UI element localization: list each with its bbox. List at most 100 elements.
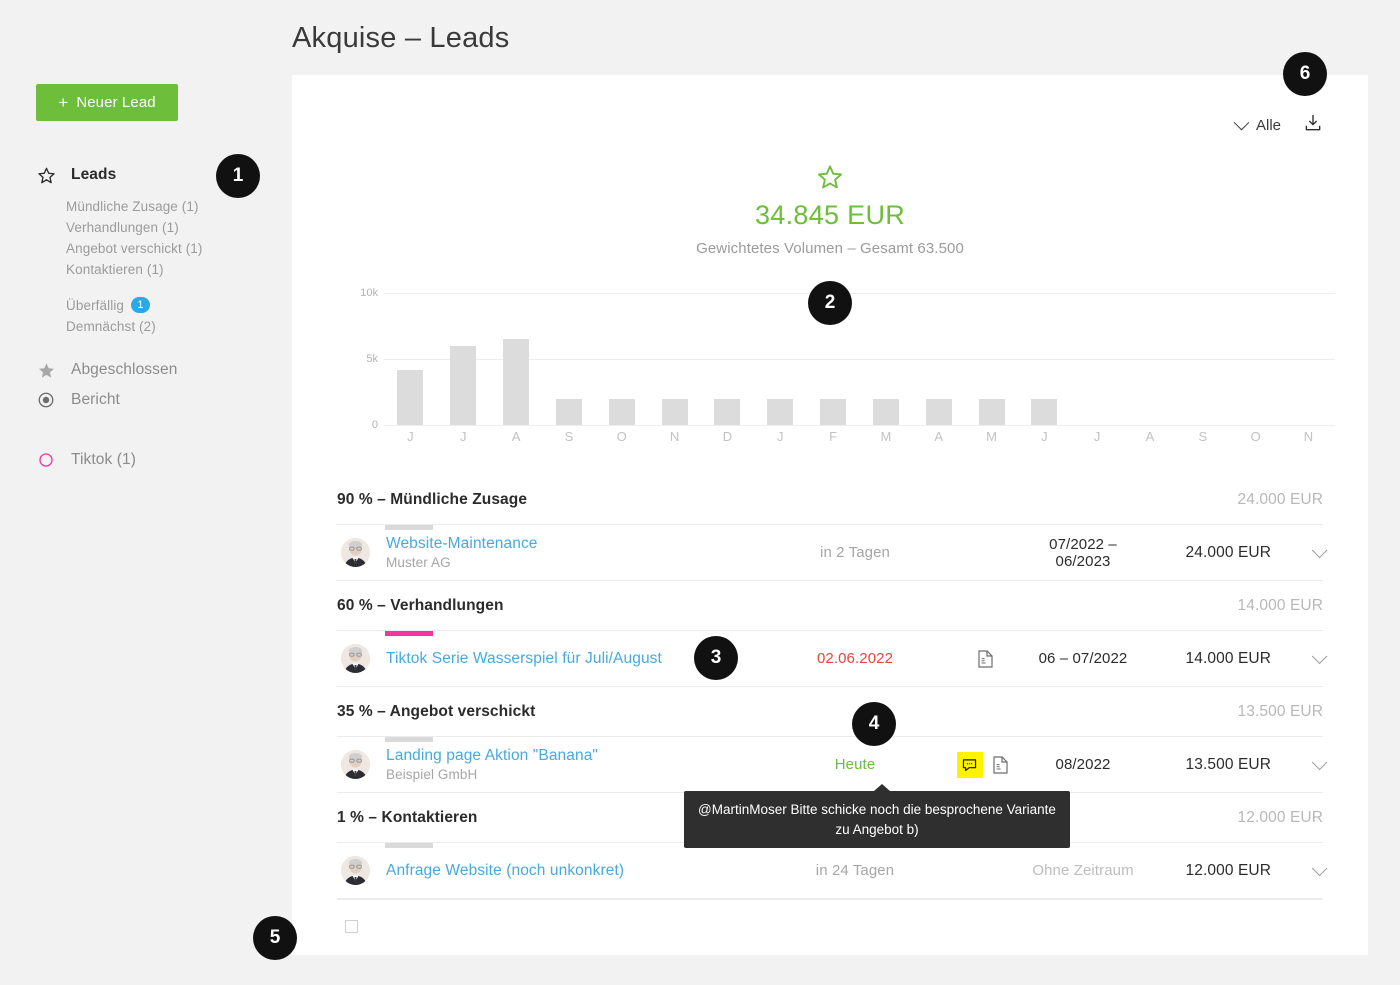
lead-due-date: in 2 Tagen: [820, 544, 890, 561]
lead-due-date: Heute: [834, 756, 876, 773]
chart-x-tick-label: O: [616, 429, 627, 444]
chart-bar-cell: [1124, 293, 1177, 425]
select-all-checkbox[interactable]: [345, 920, 358, 933]
chart-gridline: [384, 425, 1335, 426]
circle-outline-icon: [36, 450, 56, 470]
filter-dropdown-alle[interactable]: Alle: [1233, 114, 1281, 134]
lead-expand-toggle[interactable]: [1271, 754, 1328, 771]
chart-bar: [608, 399, 635, 425]
avatar: [341, 538, 370, 567]
annotation-marker-3: 3: [694, 636, 738, 680]
chart-y-tick-label: 0: [371, 419, 378, 431]
chart-bar: [872, 399, 899, 425]
chart-plot-area: [384, 293, 1335, 426]
lead-title-link[interactable]: Website-Maintenance: [386, 535, 765, 553]
lead-title-link[interactable]: Landing page Aktion "Banana": [386, 747, 765, 765]
chart-x-tick-label: J: [776, 429, 784, 444]
document-icon[interactable]: [988, 752, 1014, 778]
lead-group-title: 35 % – Angebot verschickt: [337, 703, 536, 720]
lead-expand-toggle[interactable]: [1271, 542, 1328, 559]
chart-bar: [503, 339, 530, 425]
lead-group-title: 60 % – Verhandlungen: [337, 597, 504, 614]
annotation-marker-4: 4: [852, 702, 896, 746]
annotation-marker-1: 1: [216, 154, 260, 198]
annotation-marker-2: 2: [808, 281, 852, 325]
lead-expand-toggle[interactable]: [1271, 860, 1328, 877]
sidebar-subitem-label: Verhandlungen (1): [66, 220, 179, 235]
chart-x-tick-label: J: [459, 429, 467, 444]
sidebar-subitem-label: Überfällig: [66, 297, 125, 313]
lead-group-header: 90 % – Mündliche Zusage 24.000 EUR: [337, 475, 1323, 524]
lead-group-header: 35 % – Angebot verschickt 13.500 EUR: [337, 687, 1323, 736]
chart-bar-cell: [648, 293, 701, 425]
lead-expand-toggle[interactable]: [1271, 648, 1328, 665]
sidebar-subitem-kontaktieren[interactable]: Kontaktieren (1): [0, 259, 292, 280]
sidebar-item-leads-label: Leads: [71, 166, 117, 183]
chart-y-tick-label: 5k: [366, 353, 378, 365]
summary-block: 34.845 EUR Gewichtetes Volumen – Gesamt …: [292, 163, 1368, 257]
chevron-down-icon: [1311, 860, 1328, 877]
chart-x-tick-label: O: [1250, 429, 1261, 444]
lead-due-date: in 24 Tagen: [815, 862, 895, 879]
chart-x-tick-label: F: [829, 429, 838, 444]
chart-bar-cell: [965, 293, 1018, 425]
chart-x-tick-label: J: [1093, 429, 1101, 444]
sidebar-subitem-angebot-verschickt[interactable]: Angebot verschickt (1): [0, 238, 292, 259]
lead-amount: 12.000 EUR: [1185, 861, 1271, 879]
chevron-down-icon: [1233, 114, 1250, 131]
chart-bar-cell: [542, 293, 595, 425]
lead-group-total: 14.000 EUR: [1237, 597, 1323, 614]
sidebar-item-abgeschlossen[interactable]: Abgeschlossen: [0, 355, 292, 385]
chart-bar: [1031, 399, 1058, 425]
app-root: + Neuer Lead Leads Mündliche Zusage (1) …: [0, 0, 1400, 985]
sidebar-subitem-muendliche-zusage[interactable]: Mündliche Zusage (1): [0, 196, 292, 217]
lead-group-title: 1 % – Kontaktieren: [337, 809, 478, 826]
sidebar-item-tiktok[interactable]: Tiktok (1): [0, 445, 292, 475]
chart-bar-cell: [1018, 293, 1071, 425]
overdue-count-badge: 1: [131, 297, 151, 313]
lead-row-icons: [945, 646, 1025, 672]
sidebar-subitem-verhandlungen[interactable]: Verhandlungen (1): [0, 217, 292, 238]
sidebar-subitem-demnaechst[interactable]: Demnächst (2): [0, 316, 292, 337]
lead-amount: 14.000 EUR: [1185, 649, 1271, 667]
lead-row[interactable]: Website-Maintenance Muster AG in 2 Tagen 07…: [337, 524, 1328, 581]
document-icon[interactable]: [972, 646, 998, 672]
new-lead-button-label: Neuer Lead: [76, 94, 156, 111]
sidebar-item-abgeschlossen-label: Abgeschlossen: [71, 361, 178, 378]
chart-x-tick-label: J: [407, 429, 414, 444]
lead-period: 06 – 07/2022: [1038, 650, 1128, 667]
lead-row[interactable]: Tiktok Serie Wasserspiel für Juli/August…: [337, 630, 1328, 687]
lead-title-link[interactable]: Anfrage Website (noch unkonkret): [386, 862, 765, 880]
chart-bar: [555, 399, 582, 425]
chart-x-tick-label: J: [1041, 429, 1048, 444]
sidebar-nav: Leads Mündliche Zusage (1) Verhandlungen…: [0, 160, 292, 475]
lead-tag-bar: [385, 843, 433, 848]
sidebar-subitem-ueberfaellig[interactable]: Überfällig 1: [0, 294, 292, 316]
chevron-down-icon: [1311, 542, 1328, 559]
lead-amount: 13.500 EUR: [1185, 755, 1271, 773]
chart-bar: [978, 399, 1005, 425]
lead-group-total: 24.000 EUR: [1237, 491, 1323, 508]
weighted-volume-caption: Gewichtetes Volumen – Gesamt 63.500: [696, 240, 964, 257]
lead-row[interactable]: Landing page Aktion "Banana" Beispiel Gmb…: [337, 736, 1328, 793]
lead-name-cell: Anfrage Website (noch unkonkret): [370, 862, 765, 880]
lead-group-title: 90 % – Mündliche Zusage: [337, 491, 528, 508]
chart-x-tick-label: A: [934, 429, 944, 444]
new-lead-button[interactable]: + Neuer Lead: [36, 84, 178, 121]
panel-toolbar: Alle: [1233, 113, 1323, 138]
filter-dropdown-label: Alle: [1255, 117, 1281, 134]
sidebar-item-bericht[interactable]: Bericht: [0, 385, 292, 415]
lead-row[interactable]: Anfrage Website (noch unkonkret) in 24 Ta…: [337, 842, 1328, 899]
lead-amount: 24.000 EUR: [1185, 543, 1271, 561]
chart-bar-cell: [595, 293, 648, 425]
lead-period: 07/2022 – 06/2023: [1049, 535, 1117, 570]
avatar: [341, 856, 370, 885]
chart-x-tick-label: S: [1198, 429, 1208, 444]
chart-bar: [767, 399, 794, 425]
download-icon[interactable]: [1303, 113, 1323, 138]
comment-icon[interactable]: [956, 751, 983, 778]
chart-bar-cell: [754, 293, 807, 425]
list-footer: [337, 899, 1323, 953]
